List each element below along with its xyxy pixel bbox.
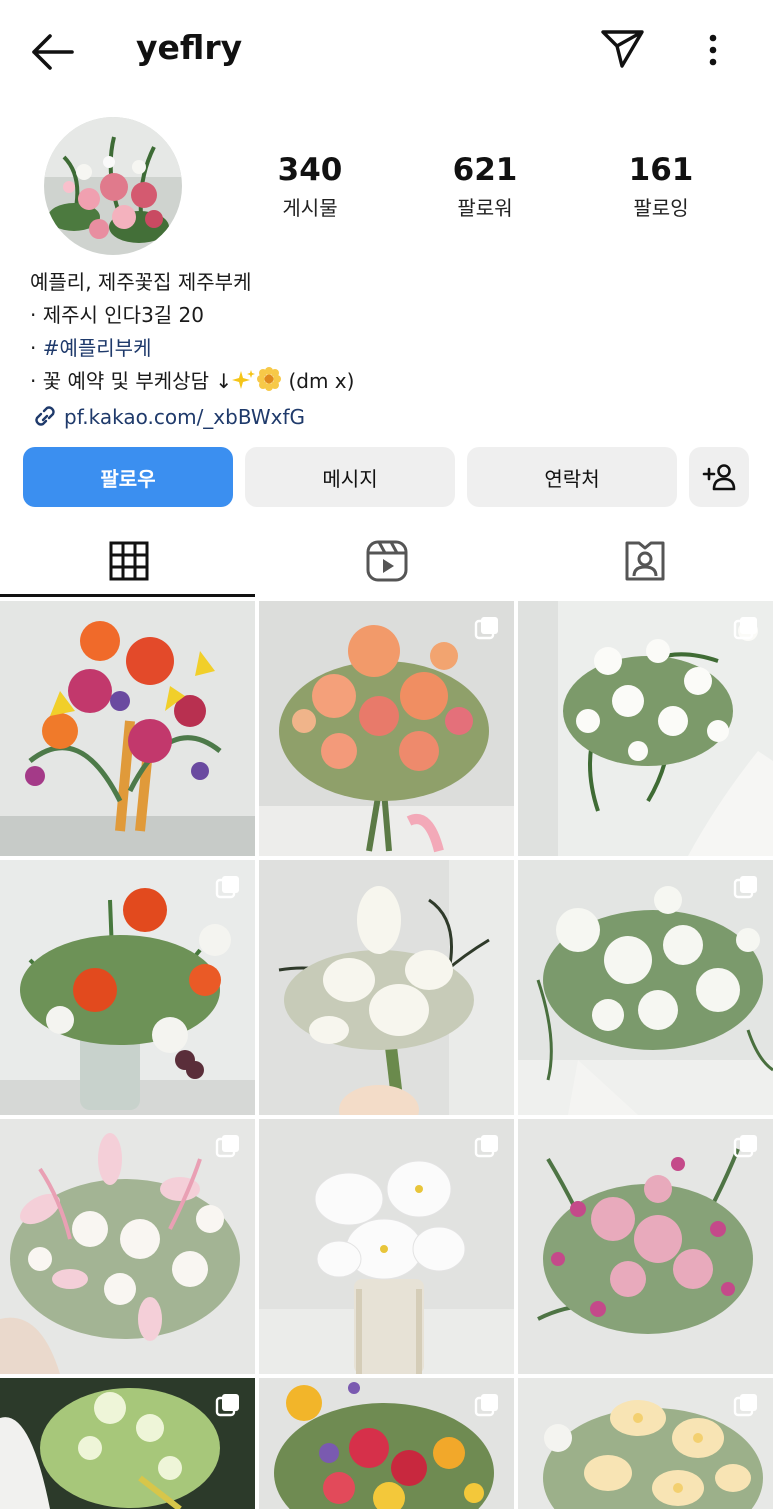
top-bar: yeflry bbox=[0, 0, 773, 100]
multiple-images-icon bbox=[215, 1394, 239, 1417]
multiple-images-icon bbox=[215, 876, 239, 899]
suggested-users-button[interactable] bbox=[689, 447, 749, 507]
bio-booking-suffix: (dm x) bbox=[282, 369, 355, 393]
posts-count-label: 게시물 bbox=[282, 196, 338, 220]
arrow-left-icon bbox=[32, 34, 74, 70]
post-thumbnail[interactable] bbox=[0, 1119, 255, 1374]
post-image bbox=[0, 601, 255, 856]
post-thumbnail[interactable] bbox=[259, 860, 514, 1115]
sparkles-icon bbox=[232, 368, 256, 401]
bio-external-link[interactable]: pf.kakao.com/_xbBWxfG bbox=[30, 401, 354, 439]
follow-button[interactable]: 팔로우 bbox=[23, 447, 233, 507]
posts-count[interactable]: 340 게시물 bbox=[250, 150, 370, 221]
active-tab-indicator bbox=[0, 594, 255, 597]
bio-booking-text: · 꽃 예약 및 부케상담 ↓ bbox=[30, 369, 233, 393]
bio-booking-line: · 꽃 예약 및 부케상담 ↓ (dm x) bbox=[30, 365, 354, 401]
post-thumbnail[interactable] bbox=[518, 1119, 773, 1374]
following-count-value: 161 bbox=[628, 152, 694, 188]
followers-count[interactable]: 621 팔로워 bbox=[425, 150, 545, 221]
daisy-icon bbox=[256, 367, 282, 401]
bio-address: · 제주시 인다3길 20 bbox=[30, 303, 205, 327]
following-count[interactable]: 161 팔로잉 bbox=[601, 150, 721, 221]
send-button[interactable] bbox=[598, 26, 648, 72]
profile-username: yeflry bbox=[136, 28, 243, 67]
multiple-images-icon bbox=[215, 1135, 239, 1158]
paper-plane-icon bbox=[601, 30, 644, 68]
profile-tabs bbox=[0, 523, 773, 599]
multiple-images-icon bbox=[733, 617, 757, 640]
grid-icon bbox=[109, 541, 148, 581]
bio-link-text: pf.kakao.com/_xbBWxfG bbox=[64, 405, 305, 429]
more-vertical-icon bbox=[709, 34, 717, 66]
tab-tagged[interactable] bbox=[516, 523, 773, 599]
post-thumbnail[interactable] bbox=[0, 860, 255, 1115]
profile-bio: 예플리, 제주꽃집 제주부케 · 제주시 인다3길 20 · #예플리부케 · … bbox=[30, 266, 354, 439]
multiple-images-icon bbox=[474, 1135, 498, 1158]
multiple-images-icon bbox=[474, 617, 498, 640]
tagged-user-icon bbox=[625, 541, 664, 581]
post-thumbnail[interactable] bbox=[518, 860, 773, 1115]
contact-button[interactable]: 연락처 bbox=[467, 447, 677, 507]
posts-count-value: 340 bbox=[277, 152, 343, 188]
post-thumbnail[interactable] bbox=[518, 1378, 773, 1509]
bio-hashtag-link[interactable]: #예플리부케 bbox=[43, 336, 152, 360]
multiple-images-icon bbox=[474, 1394, 498, 1417]
followers-count-value: 621 bbox=[452, 152, 518, 188]
profile-avatar[interactable] bbox=[44, 117, 182, 255]
avatar-bouquet-image bbox=[44, 117, 182, 255]
post-thumbnail[interactable] bbox=[0, 601, 255, 856]
more-options-button[interactable] bbox=[700, 28, 726, 72]
link-icon bbox=[30, 403, 60, 439]
post-thumbnail[interactable] bbox=[518, 601, 773, 856]
post-thumbnail[interactable] bbox=[259, 1378, 514, 1509]
add-person-icon bbox=[702, 464, 736, 491]
post-thumbnail[interactable] bbox=[259, 601, 514, 856]
tab-posts-grid[interactable] bbox=[0, 523, 257, 599]
multiple-images-icon bbox=[733, 876, 757, 899]
bio-hashtag-prefix: · bbox=[30, 336, 43, 360]
multiple-images-icon bbox=[733, 1394, 757, 1417]
following-count-label: 팔로잉 bbox=[633, 196, 689, 220]
multiple-images-icon bbox=[733, 1135, 757, 1158]
post-image bbox=[259, 860, 514, 1115]
followers-count-label: 팔로워 bbox=[457, 196, 513, 220]
reels-icon bbox=[366, 540, 407, 582]
tab-reels[interactable] bbox=[258, 523, 515, 599]
bio-name: 예플리, 제주꽃집 제주부케 bbox=[30, 270, 252, 294]
post-thumbnail[interactable] bbox=[0, 1378, 255, 1509]
post-thumbnail[interactable] bbox=[259, 1119, 514, 1374]
bio-hashtag-line: · #예플리부케 bbox=[30, 332, 354, 365]
message-button[interactable]: 메시지 bbox=[245, 447, 455, 507]
back-button[interactable] bbox=[28, 30, 78, 74]
